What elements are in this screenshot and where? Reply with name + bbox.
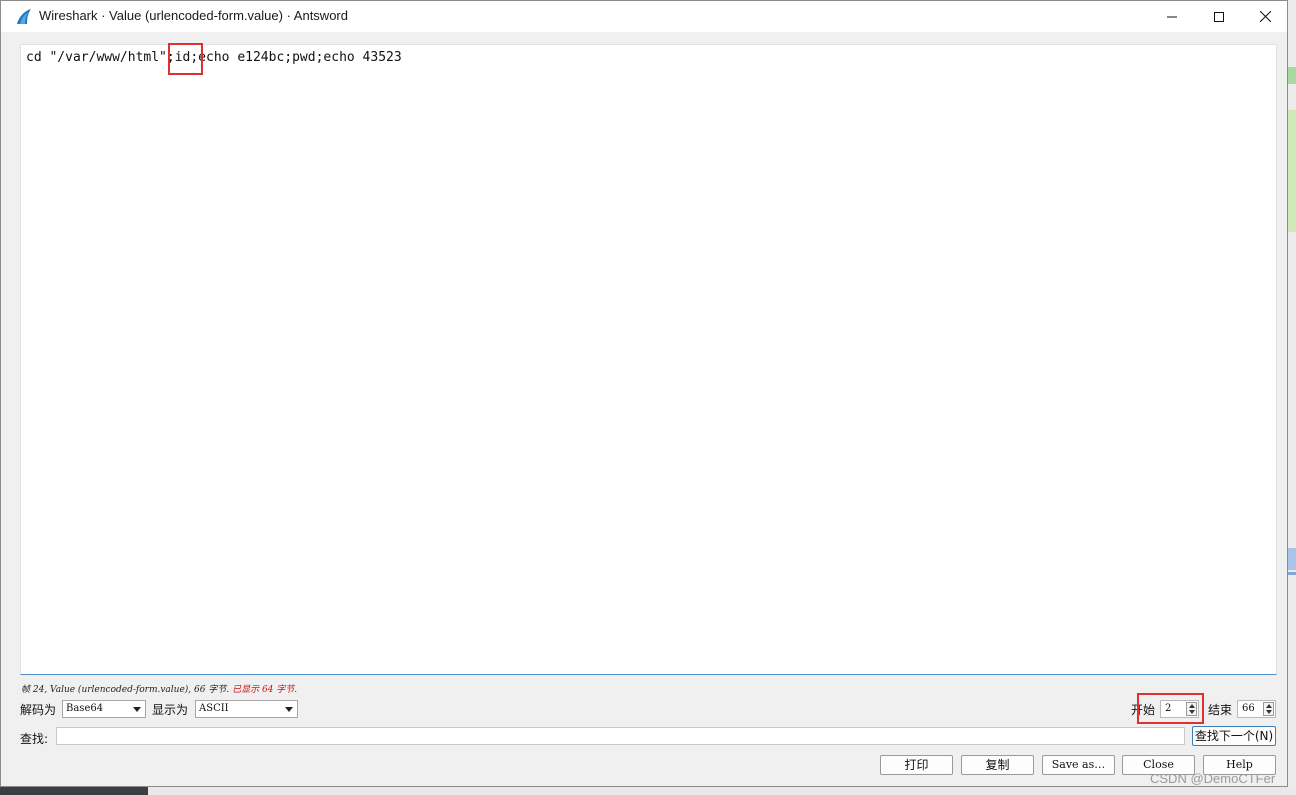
- find-label: 查找:: [20, 732, 49, 746]
- decode-as-label: 解码为: [20, 703, 57, 717]
- print-button[interactable]: 打印: [880, 755, 953, 775]
- copy-button[interactable]: 复制: [961, 755, 1034, 775]
- end-value: 66: [1242, 703, 1255, 714]
- background-row-divider: [1288, 572, 1296, 575]
- background-selected-row: [1288, 548, 1296, 570]
- payload-text: cd "/var/www/html";id;echo e124bc;pwd;ec…: [26, 50, 402, 65]
- end-label: 结束: [1208, 703, 1233, 717]
- end-spinbox[interactable]: 66: [1237, 700, 1276, 718]
- status-shown: 已显示 64 字节.: [232, 685, 298, 695]
- spin-arrows-icon[interactable]: [1263, 702, 1274, 716]
- show-as-label: 显示为: [152, 703, 189, 717]
- show-as-select[interactable]: ASCII: [195, 700, 298, 718]
- title-bar[interactable]: Wireshark · Value (urlencoded-form.value…: [1, 1, 1287, 32]
- find-input[interactable]: [56, 727, 1185, 745]
- background-filter-bar: [1288, 67, 1296, 84]
- show-as-value: ASCII: [199, 703, 229, 714]
- highlight-box-start: [1137, 693, 1204, 724]
- close-icon: [1259, 11, 1271, 22]
- decode-as-select[interactable]: Base64: [62, 700, 146, 718]
- status-info: 帧 24, Value (urlencoded-form.value), 66 …: [21, 685, 230, 695]
- decode-as-value: Base64: [66, 703, 104, 714]
- value-viewer-window: Wireshark · Value (urlencoded-form.value…: [0, 0, 1288, 787]
- maximize-button[interactable]: [1196, 1, 1242, 32]
- wireshark-fin-icon: [17, 9, 31, 24]
- window-title: Wireshark · Value (urlencoded-form.value…: [39, 8, 348, 23]
- status-line: 帧 24, Value (urlencoded-form.value), 66 …: [21, 682, 297, 695]
- watermark: CSDN @DemoCTFer: [1150, 771, 1276, 786]
- highlight-box-id: [168, 43, 203, 75]
- dropdown-arrow-icon: [133, 707, 141, 712]
- minimize-button[interactable]: [1149, 1, 1195, 32]
- background-packet-rows: [1288, 110, 1296, 232]
- maximize-icon: [1214, 11, 1224, 22]
- minimize-icon: [1167, 16, 1177, 17]
- value-text-area[interactable]: cd "/var/www/html";id;echo e124bc;pwd;ec…: [20, 43, 1277, 675]
- background-window-edge: [148, 787, 1296, 795]
- save-as-button[interactable]: Save as…: [1042, 755, 1115, 775]
- find-next-button[interactable]: 查找下一个(N): [1192, 726, 1276, 746]
- close-window-button[interactable]: [1242, 1, 1288, 32]
- dropdown-arrow-icon: [285, 707, 293, 712]
